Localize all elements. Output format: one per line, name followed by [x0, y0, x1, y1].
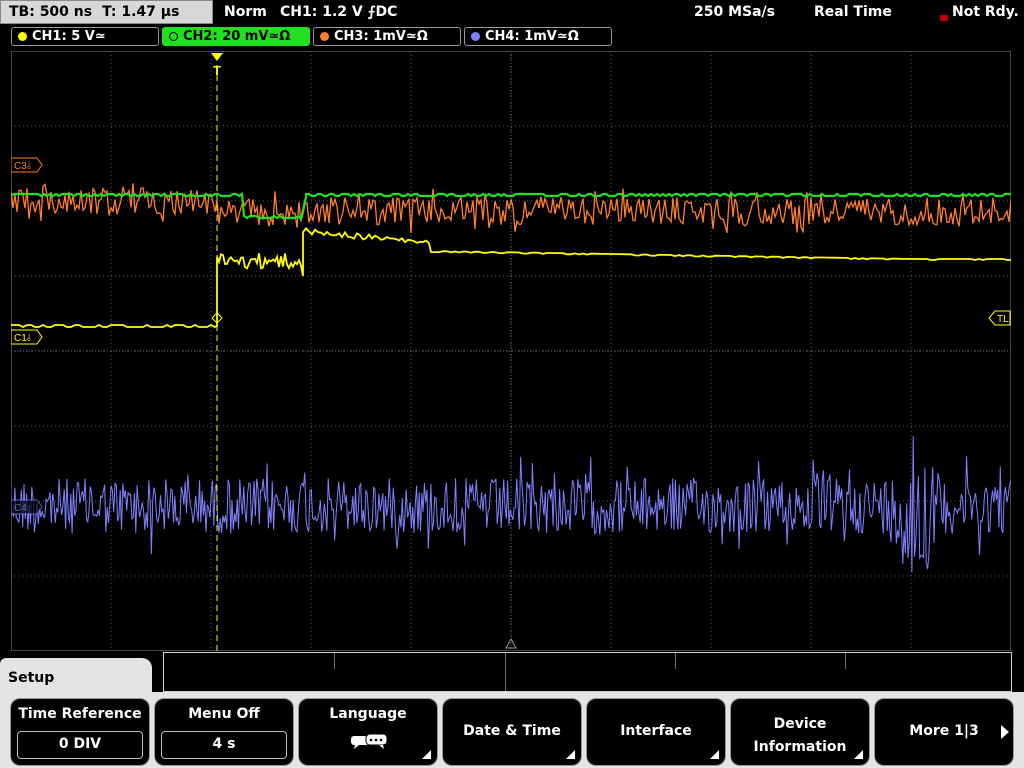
submenu-corner-icon — [566, 750, 575, 759]
language-softkey[interactable]: Language — [298, 698, 438, 766]
trigger-pos-label: T — [213, 63, 221, 78]
ch4-offset-marker[interactable]: C4 — [11, 499, 43, 515]
trigger-level-label: TL — [997, 314, 1009, 325]
trigger-setting[interactable]: CH1: 1.2 V ⨍DC — [280, 0, 397, 24]
tab-ch4[interactable]: CH4: 1mV≃Ω — [464, 27, 612, 46]
submenu-corner-icon — [422, 750, 431, 759]
strip-divider — [675, 653, 676, 669]
date-time-label: Date & Time — [463, 723, 561, 739]
ch4-marker-label: C4 — [14, 503, 27, 514]
ch2-label: CH2: 20 mV≃Ω — [183, 29, 291, 44]
tab-ch2[interactable]: CH2: 20 mV≃Ω — [162, 27, 310, 46]
more-label: More 1|3 — [909, 723, 979, 739]
status-bar: TB: 500 ns T: 1.47 µs Norm CH1: 1.2 V ⨍DC… — [0, 0, 1024, 26]
time-reference-value: 0 DIV — [17, 731, 143, 759]
menu-off-softkey[interactable]: Menu Off 4 s — [154, 698, 294, 766]
menu-info-strip — [163, 652, 1012, 692]
device-information-label: Device Information — [731, 713, 869, 759]
submenu-corner-icon — [854, 750, 863, 759]
speech-bubbles-icon — [351, 733, 388, 749]
strip-divider — [845, 653, 846, 669]
menu-off-value: 4 s — [161, 731, 287, 759]
strip-divider — [334, 653, 335, 669]
date-time-softkey[interactable]: Date & Time — [442, 698, 582, 766]
next-page-arrow-icon — [1001, 725, 1009, 739]
acquisition-mode: Real Time — [814, 4, 892, 20]
ch2-dot-icon — [169, 32, 178, 41]
ch3-dot-icon — [320, 32, 329, 41]
timebase-box[interactable]: TB: 500 ns T: 1.47 µs — [0, 0, 213, 24]
ch4-label: CH4: 1mV≃Ω — [485, 29, 579, 44]
submenu-corner-icon — [710, 750, 719, 759]
ready-state: Not Rdy. — [952, 4, 1019, 20]
waveform-display[interactable]: T C3⫰ C1⫰ C4 TL — [11, 51, 1011, 651]
menu-off-label: Menu Off — [188, 706, 260, 722]
menu-title: Setup — [8, 670, 55, 686]
time-reference-label: Time Reference — [18, 706, 142, 722]
timebase-value: TB: 500 ns — [9, 4, 93, 20]
ch1-offset-marker[interactable]: C1⫰ — [11, 329, 43, 345]
device-label-line1: Device — [773, 716, 827, 732]
interface-label: Interface — [620, 723, 692, 739]
ch4-dot-icon — [471, 32, 480, 41]
ch1-dot-icon — [18, 32, 27, 41]
strip-divider — [505, 653, 506, 691]
trigger-time-value: T: 1.47 µs — [102, 4, 180, 20]
ch1-marker-label: C1⫰ — [14, 333, 32, 344]
menu-title-tab: Setup — [0, 658, 152, 698]
interface-softkey[interactable]: Interface — [586, 698, 726, 766]
language-label: Language — [329, 706, 407, 722]
device-information-softkey[interactable]: Device Information — [730, 698, 870, 766]
more-softkey[interactable]: More 1|3 — [874, 698, 1014, 766]
ch3-offset-marker[interactable]: C3⫰ — [11, 157, 43, 173]
not-ready-indicator-icon — [940, 15, 948, 21]
device-label-line2: Information — [753, 739, 847, 755]
time-reference-softkey[interactable]: Time Reference 0 DIV — [10, 698, 150, 766]
sample-rate: 250 MSa/s — [694, 4, 776, 20]
tab-ch3[interactable]: CH3: 1mV≃Ω — [313, 27, 461, 46]
ch3-marker-label: C3⫰ — [14, 161, 32, 172]
ch3-label: CH3: 1mV≃Ω — [334, 29, 428, 44]
tab-ch1[interactable]: CH1: 5 V≃ — [11, 27, 159, 46]
trigger-mode[interactable]: Norm — [224, 0, 267, 24]
ch1-label: CH1: 5 V≃ — [32, 29, 106, 44]
